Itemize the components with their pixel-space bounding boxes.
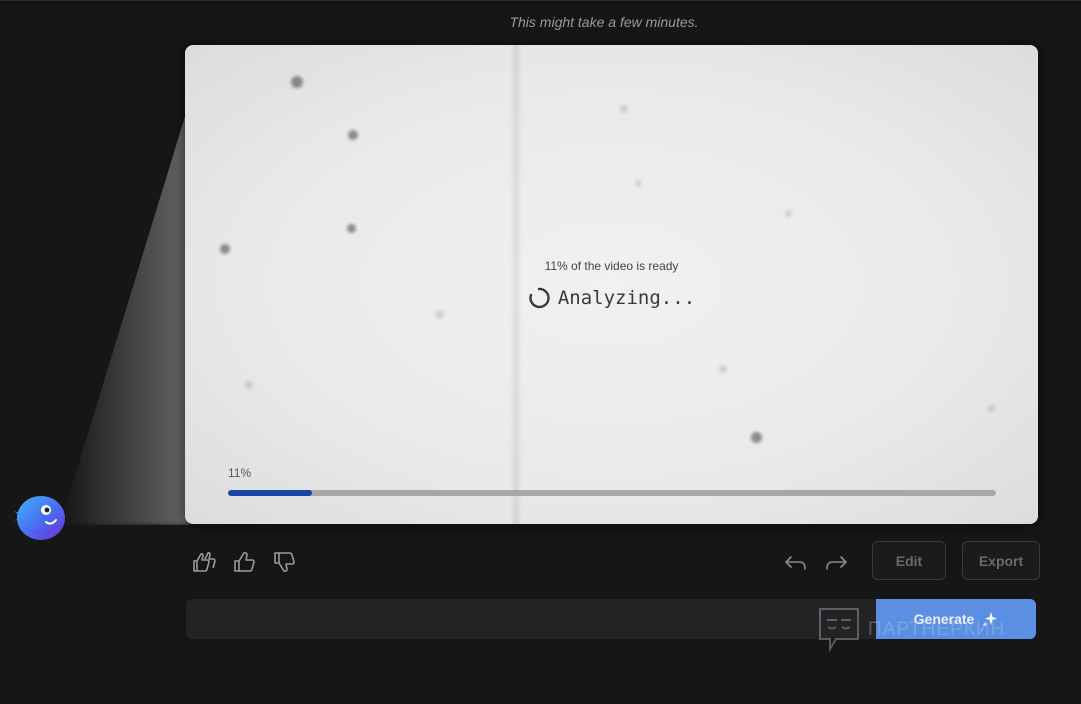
dust-speck	[785, 210, 792, 217]
double-thumbs-up-icon[interactable]	[191, 549, 217, 575]
dust-speck	[220, 244, 230, 254]
dust-speck	[245, 381, 253, 389]
generate-label: Generate	[913, 611, 975, 627]
analyzing-status: Analyzing...	[185, 287, 1038, 309]
thumbs-down-icon[interactable]	[271, 549, 297, 575]
progress-bar	[228, 490, 996, 496]
dust-speck	[751, 432, 762, 443]
dust-speck	[348, 130, 358, 140]
dust-speck	[988, 405, 995, 412]
dust-speck	[435, 310, 444, 319]
generate-button[interactable]: Generate	[876, 599, 1036, 639]
loading-spinner-icon	[529, 287, 550, 309]
video-preview: 11% of the video is ready Analyzing... 1…	[185, 45, 1038, 524]
sparkle-icon	[983, 612, 998, 627]
assistant-fish-avatar-icon	[14, 496, 65, 540]
analyzing-label: Analyzing...	[557, 287, 696, 309]
dust-speck	[291, 76, 303, 88]
processing-hint: This might take a few minutes.	[509, 14, 699, 30]
dust-speck	[347, 224, 356, 233]
ready-percentage-text: 11% of the video is ready	[544, 259, 679, 273]
undo-icon[interactable]	[783, 549, 809, 575]
progress-percent-label: 11%	[228, 466, 252, 480]
thumbs-up-icon[interactable]	[231, 549, 257, 575]
redo-icon[interactable]	[823, 549, 849, 575]
dust-speck	[719, 365, 727, 373]
paper-crease	[510, 45, 522, 524]
assistant-light-beam	[60, 100, 190, 525]
progress-bar-fill	[228, 490, 313, 496]
prompt-input[interactable]	[186, 599, 886, 639]
export-button[interactable]: Export	[962, 541, 1040, 580]
edit-button[interactable]: Edit	[872, 541, 946, 580]
dust-speck	[635, 180, 642, 187]
dust-speck	[620, 105, 628, 113]
top-divider	[0, 0, 1081, 1]
